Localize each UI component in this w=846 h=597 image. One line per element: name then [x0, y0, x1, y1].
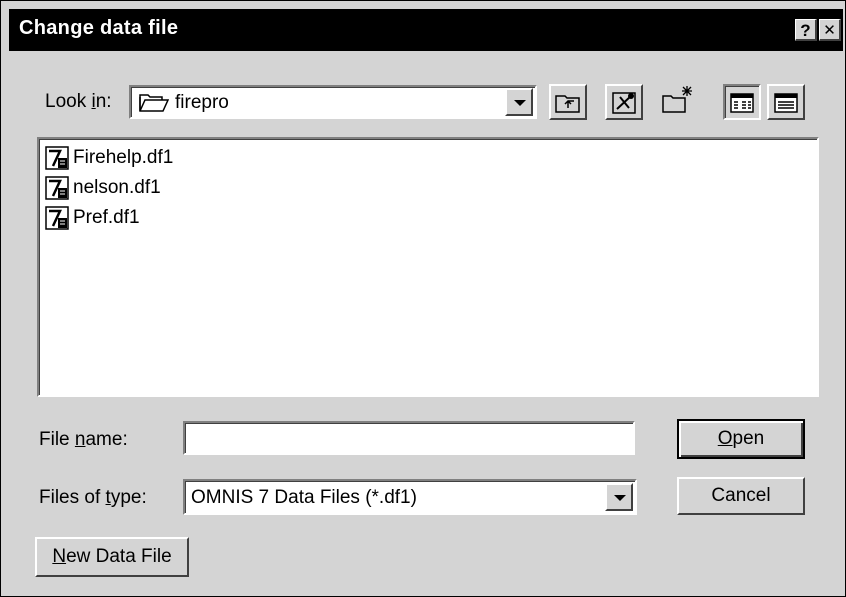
details-view-button[interactable]	[767, 84, 805, 120]
omnis-data-file-icon	[45, 206, 69, 230]
files-of-type-label: Files of type:	[39, 487, 147, 508]
list-item[interactable]: nelson.df1	[45, 175, 161, 201]
list-view-button[interactable]	[723, 84, 761, 120]
list-view-icon	[730, 93, 754, 113]
desktop-button[interactable]	[605, 84, 643, 120]
omnis-data-file-icon	[45, 146, 69, 170]
new-data-file-button[interactable]: New Data File	[35, 537, 189, 577]
omnis-data-file-icon	[45, 176, 69, 200]
file-name-text: Firehelp.df1	[73, 147, 174, 168]
look-in-value: firepro	[175, 92, 229, 113]
look-in-label: Look in:	[45, 91, 112, 112]
files-of-type-select[interactable]: OMNIS 7 Data Files (*.df1)	[183, 479, 637, 515]
file-name-text: nelson.df1	[73, 177, 161, 198]
up-one-level-icon	[555, 95, 580, 113]
file-name-text: Pref.df1	[73, 207, 140, 228]
dialog-title: Change data file	[19, 17, 179, 39]
cancel-button[interactable]: Cancel	[677, 477, 805, 515]
files-of-type-value: OMNIS 7 Data Files (*.df1)	[191, 487, 417, 508]
open-button[interactable]: Open	[677, 419, 805, 459]
change-data-file-dialog: Change data file ? ✕ Look in: firepro Fi…	[0, 0, 846, 597]
list-item[interactable]: Firehelp.df1	[45, 145, 173, 171]
look-in-dropdown-button[interactable]	[505, 88, 533, 116]
close-button[interactable]: ✕	[819, 19, 841, 41]
folder-icon	[139, 92, 170, 117]
file-name-input[interactable]	[183, 421, 635, 455]
help-button[interactable]: ?	[795, 19, 817, 41]
desktop-icon	[612, 92, 636, 114]
up-one-level-button[interactable]	[549, 84, 587, 120]
title-bar[interactable]: Change data file ? ✕	[9, 9, 843, 51]
files-of-type-dropdown-button[interactable]	[605, 483, 633, 511]
file-name-label: File name:	[39, 429, 128, 450]
details-view-icon	[774, 93, 798, 113]
look-in-combobox[interactable]: firepro	[129, 85, 537, 119]
list-item[interactable]: Pref.df1	[45, 205, 140, 231]
file-list[interactable]: Firehelp.df1 nelson.df1 Pref.df1	[37, 137, 819, 397]
create-new-folder-icon	[662, 86, 692, 113]
create-new-folder-button[interactable]	[659, 84, 697, 120]
